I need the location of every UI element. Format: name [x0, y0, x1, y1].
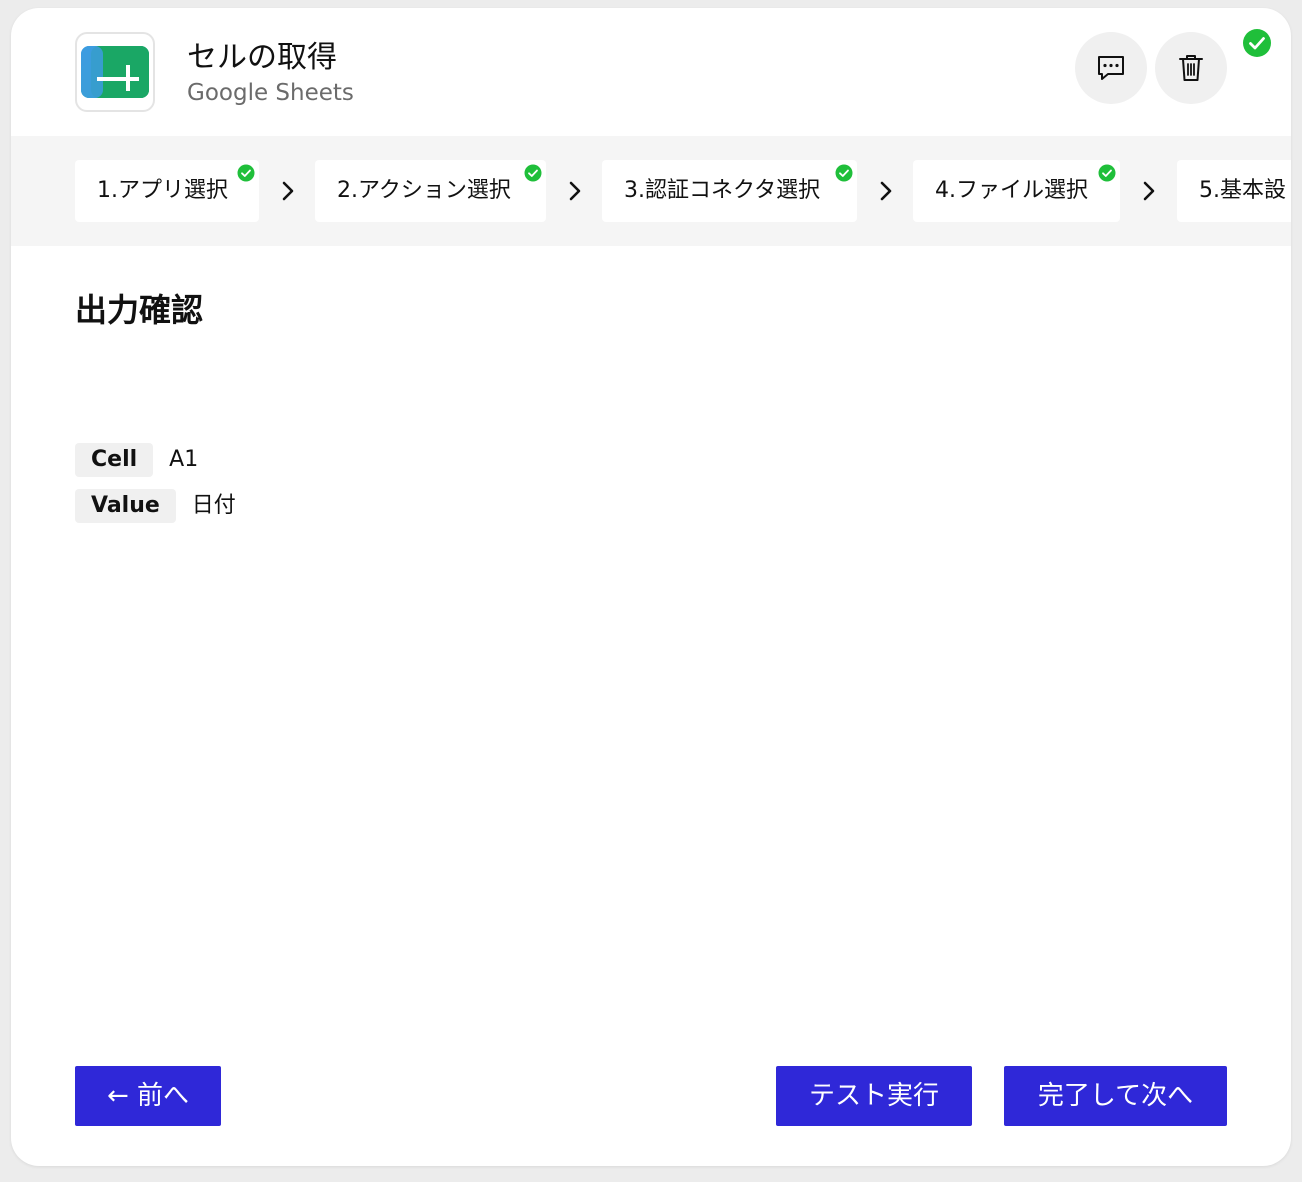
check-circle-icon: [237, 164, 255, 182]
step-label: 2.アクション選択: [337, 178, 511, 203]
chevron-right-icon: [282, 181, 294, 201]
section-title: 出力確認: [75, 291, 204, 329]
output-row-cell: Cell A1: [75, 443, 198, 477]
prev-button[interactable]: ← 前へ: [75, 1066, 221, 1126]
google-sheets-icon: [81, 46, 149, 98]
output-value: 日付: [191, 493, 236, 518]
output-key: Value: [75, 489, 176, 523]
step-label: 3.認証コネクタ選択: [624, 178, 821, 203]
output-value: A1: [169, 447, 199, 472]
step-label: 1.アプリ選択: [97, 178, 228, 203]
step-action-select[interactable]: 2.アクション選択: [315, 160, 546, 222]
step-label: 4.ファイル選択: [935, 178, 1088, 203]
app-icon-frame: [75, 32, 155, 112]
test-run-button[interactable]: テスト実行: [776, 1066, 972, 1126]
chevron-right-icon: [880, 181, 892, 201]
trash-icon: [1179, 55, 1203, 81]
complete-next-button[interactable]: 完了して次へ: [1004, 1066, 1227, 1126]
chevron-right-icon: [1143, 181, 1155, 201]
action-card: セルの取得 Google Sheets 1.アプリ選択 2.アクション選択 3.…: [11, 8, 1291, 1166]
card-header: セルの取得 Google Sheets: [11, 8, 1291, 136]
step-file-select[interactable]: 4.ファイル選択: [913, 160, 1120, 222]
comment-icon: [1098, 56, 1124, 80]
action-title: セルの取得: [187, 40, 337, 75]
step-auth-connector-select[interactable]: 3.認証コネクタ選択: [602, 160, 857, 222]
check-circle-icon: [835, 164, 853, 182]
check-circle-icon: [524, 164, 542, 182]
output-row-value: Value 日付: [75, 489, 236, 523]
step-label: 5.基本設: [1199, 178, 1286, 203]
step-app-select[interactable]: 1.アプリ選択: [75, 160, 259, 222]
delete-button[interactable]: [1155, 32, 1227, 104]
step-basic-settings[interactable]: 5.基本設: [1177, 160, 1291, 222]
app-name: Google Sheets: [187, 80, 354, 106]
check-circle-icon: [1098, 164, 1116, 182]
check-circle-icon: [1243, 29, 1271, 57]
chevron-right-icon: [569, 181, 581, 201]
comment-button[interactable]: [1075, 32, 1147, 104]
output-key: Cell: [75, 443, 154, 477]
step-navigation: 1.アプリ選択 2.アクション選択 3.認証コネクタ選択 4.ファイル選択 5.…: [11, 136, 1291, 246]
